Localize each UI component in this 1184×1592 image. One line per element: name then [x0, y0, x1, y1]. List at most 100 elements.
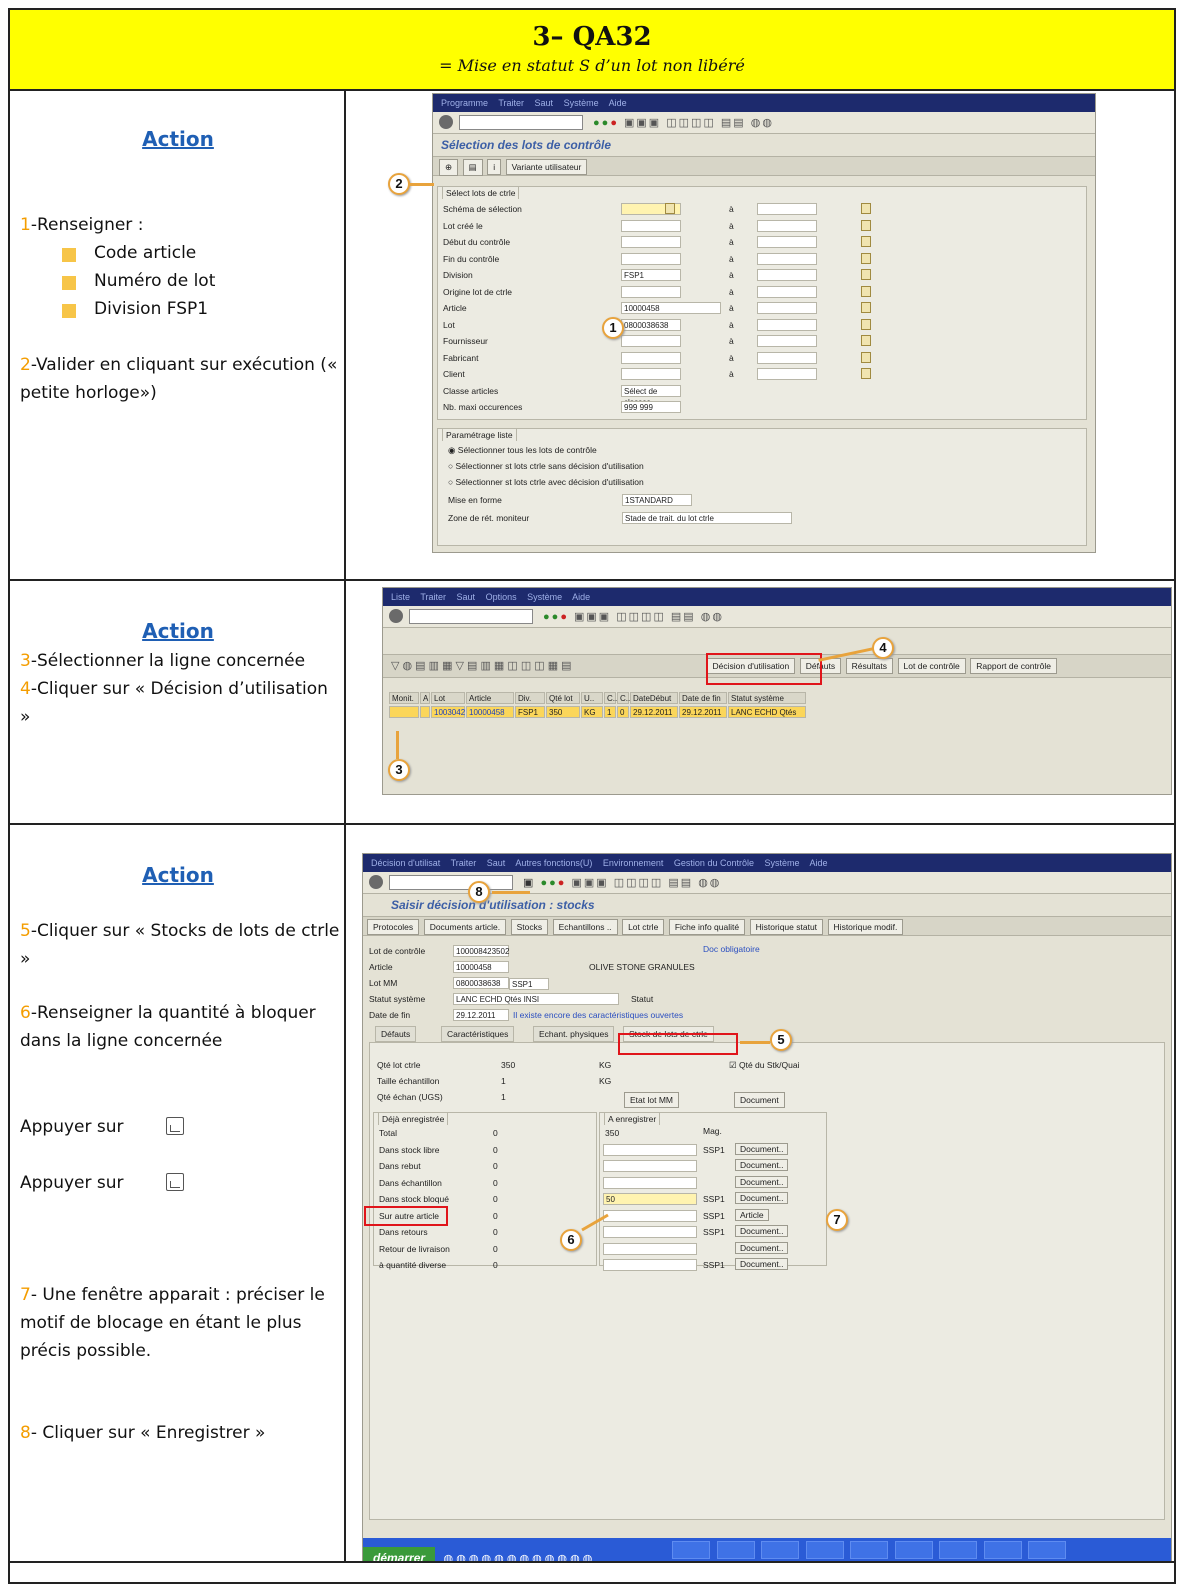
stocks-button[interactable]: Stocks [510, 919, 549, 935]
radio-all[interactable]: ◉ Sélectionner tous les lots de contrôle [448, 445, 597, 456]
field-to-input[interactable] [757, 335, 817, 347]
stock-row-document-button[interactable]: Document.. [735, 1142, 789, 1155]
samples-button[interactable]: Echantillons .. [552, 919, 618, 935]
table-cell[interactable]: 1 [604, 706, 616, 718]
status-history-button[interactable]: Historique statut [749, 919, 824, 935]
multiple-selection-icon[interactable] [861, 285, 871, 297]
stock-row-document-button[interactable]: Document.. [735, 1225, 789, 1237]
field-to-input[interactable] [757, 236, 817, 248]
field-from-input[interactable]: FSP1 [621, 269, 681, 281]
taskbar-item[interactable] [850, 1541, 889, 1559]
field-to-input[interactable] [757, 219, 817, 232]
table-cell[interactable] [389, 706, 419, 718]
enter-icon[interactable] [369, 875, 383, 889]
menu-item[interactable]: Autres fonctions(U) [515, 858, 592, 868]
table-cell[interactable]: 1003042 [431, 706, 465, 718]
table-cell[interactable]: LANC ECHD Qtés [728, 706, 806, 718]
quick-launch-icons[interactable]: ◍ ◍ ◍ ◍ ◍ ◍ ◍ ◍ ◍ ◍ ◍ ◍ [438, 1552, 668, 1561]
document-button[interactable]: Document [734, 1092, 785, 1108]
menu-item[interactable]: Programme [441, 98, 488, 108]
enter-icon[interactable] [389, 609, 403, 623]
field-to-input[interactable] [757, 318, 817, 331]
protocols-button[interactable]: Protocoles [367, 919, 420, 935]
multiple-selection-icon[interactable] [861, 351, 871, 363]
taskbar-item[interactable] [1028, 1541, 1067, 1559]
inspection-report-button[interactable]: Rapport de contrôle [970, 658, 1057, 674]
multiple-selection-icon[interactable] [861, 203, 871, 214]
tab-characteristics[interactable]: Caractéristiques [441, 1026, 515, 1042]
list-icons[interactable]: ▽ ◍ ▤ ▥ ▦ ▽ ▤ ▥ ▦ ◫ ◫ ◫ ▦ ▤ [383, 655, 703, 676]
taskbar-item[interactable] [672, 1541, 711, 1559]
field-from-input[interactable] [621, 335, 681, 347]
stock-row-input[interactable] [603, 1143, 697, 1156]
command-field[interactable] [389, 875, 513, 890]
quality-info-button[interactable]: Fiche info qualité [668, 919, 746, 935]
info-icon[interactable]: i [487, 159, 502, 175]
column-header[interactable]: DateDébut [630, 692, 678, 704]
tab-samples[interactable]: Echant. physiques [533, 1026, 615, 1042]
menu-item[interactable]: Traiter [420, 592, 446, 602]
field-from-input[interactable] [621, 351, 681, 364]
field-from-input[interactable]: 0800038638 [621, 318, 681, 331]
toolbar-icons[interactable]: ●●● ▣▣▣ ◫◫◫◫ ▤▤ ◍◍ [593, 116, 774, 129]
field-from-input[interactable] [621, 219, 681, 232]
taskbar-item[interactable] [716, 1541, 755, 1559]
column-header[interactable]: Date de fin [679, 692, 727, 704]
material-docs-button[interactable]: Documents article. [423, 919, 507, 935]
menu-item[interactable]: Gestion du Contrôle [674, 858, 754, 868]
command-field[interactable] [409, 609, 533, 624]
field-from-input[interactable] [621, 368, 681, 380]
radio-without-decision[interactable]: ○ Sélectionner st lots ctrle sans décisi… [448, 461, 644, 471]
stock-row-input[interactable] [603, 1242, 697, 1255]
field-to-input[interactable] [757, 269, 817, 281]
tab-defects[interactable]: Défauts [375, 1026, 417, 1042]
toolbar-icons[interactable]: ●●● ▣▣▣ ◫◫◫◫ ▤▤ ◍◍ [543, 610, 724, 623]
menu-item[interactable]: Options [486, 592, 517, 602]
taskbar-item[interactable] [939, 1541, 978, 1559]
menu-item[interactable]: Aide [609, 98, 627, 108]
field-to-input[interactable] [757, 302, 817, 314]
command-field[interactable] [459, 115, 583, 130]
variant-button[interactable]: Variante utilisateur [505, 159, 588, 175]
column-header[interactable]: Div. [515, 692, 545, 704]
stock-row-input[interactable] [603, 1259, 697, 1271]
multiple-selection-icon[interactable] [861, 269, 871, 280]
inspection-lot-button[interactable]: Lot de contrôle [897, 658, 966, 674]
taskbar-item[interactable] [761, 1541, 800, 1559]
multiple-selection-icon[interactable] [861, 236, 871, 247]
table-cell[interactable]: 10000458 [466, 706, 514, 718]
column-header[interactable]: Statut système [728, 692, 806, 704]
taskbar-item[interactable] [983, 1541, 1022, 1559]
multiple-selection-icon[interactable] [861, 335, 871, 346]
table-cell[interactable]: KG [581, 706, 603, 718]
field-to-input[interactable] [757, 252, 817, 265]
field-from-input[interactable]: 10000458 [621, 302, 721, 314]
table-cell[interactable]: 29.12.2011 [630, 706, 678, 718]
stock-row-document-button[interactable]: Document.. [735, 1258, 789, 1270]
field-to-input[interactable] [757, 285, 817, 298]
table-cell[interactable]: FSP1 [515, 706, 545, 718]
stock-row-input[interactable]: 50 [603, 1193, 697, 1205]
save-variant-icon[interactable]: ▤ [462, 159, 483, 176]
menu-item[interactable]: Système [564, 98, 599, 108]
start-button[interactable]: démarrer [363, 1547, 436, 1561]
column-header[interactable]: A [420, 692, 430, 704]
table-cell[interactable] [420, 706, 430, 718]
multiple-selection-icon[interactable] [861, 219, 871, 231]
menu-item[interactable]: Saut [487, 858, 506, 868]
radio-with-decision[interactable]: ○ Sélectionner st lots ctrle avec décisi… [448, 477, 644, 487]
column-header[interactable]: Article [466, 692, 514, 704]
menu-item[interactable]: Saut [535, 98, 554, 108]
column-header[interactable]: C.. [604, 692, 617, 704]
menu-item[interactable]: Décision d'utilisat [371, 858, 440, 868]
layout-input[interactable]: 1STANDARD [622, 494, 692, 506]
menu-item[interactable]: Saut [457, 592, 476, 602]
multiple-selection-icon[interactable] [861, 302, 871, 313]
zone-select[interactable]: Stade de trait. du lot ctrle [622, 512, 792, 524]
field-from-input[interactable] [621, 236, 681, 248]
menu-item[interactable]: Système [527, 592, 562, 602]
field-to-input[interactable] [757, 368, 817, 380]
field-from-input[interactable] [621, 285, 681, 298]
column-header[interactable]: Qté lot [546, 692, 580, 704]
stock-row-document-button[interactable]: Document.. [735, 1241, 789, 1254]
